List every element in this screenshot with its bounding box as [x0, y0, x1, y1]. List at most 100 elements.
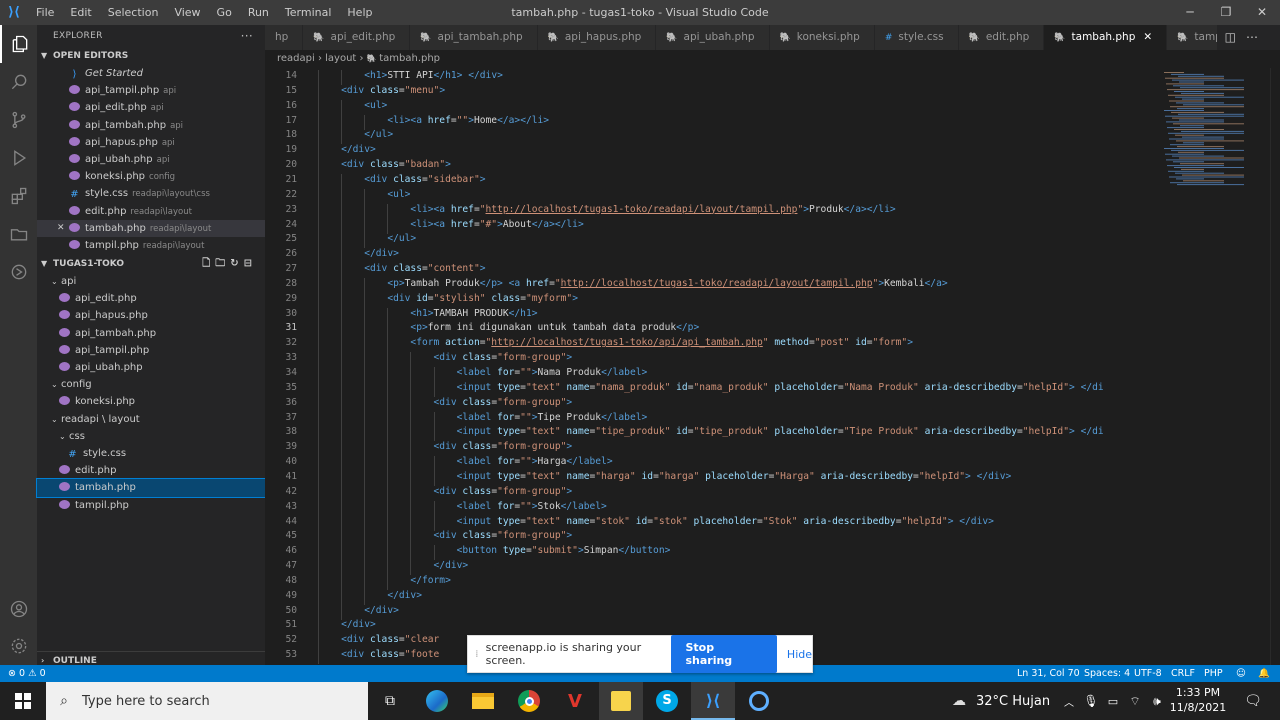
vscode-taskbar-icon[interactable]: ⟩⟨ [691, 682, 735, 720]
tab-tambah-php[interactable]: 🐘 tambah.php ✕ [1044, 25, 1168, 50]
code-line[interactable]: <div class="menu"> [318, 85, 445, 96]
file-item[interactable]: # style.css [37, 445, 265, 462]
tab-api_hapus-php[interactable]: 🐘 api_hapus.php [537, 25, 657, 50]
file-explorer-icon[interactable] [463, 682, 503, 720]
tab-api_edit-php[interactable]: 🐘 api_edit.php [303, 25, 411, 50]
folder-item[interactable]: ⌄ config [37, 376, 265, 393]
file-item[interactable]: api_hapus.php [37, 307, 265, 324]
open-editor-item[interactable]: api_ubah.php api [37, 151, 265, 168]
language-mode[interactable]: PHP [1204, 665, 1223, 682]
code-line[interactable]: <button type="submit">Simpan</button> [318, 545, 671, 556]
code-line[interactable]: </div> [318, 605, 399, 616]
tab-hp[interactable]: 🐘hp [265, 25, 304, 50]
folder-item[interactable]: ⌄ api [37, 273, 265, 290]
close-editor-icon[interactable]: ✕ [57, 220, 65, 237]
file-item[interactable]: api_tambah.php [37, 325, 265, 342]
app-icon[interactable] [739, 682, 779, 720]
breadcrumb-item[interactable]: layout [325, 53, 356, 64]
file-item[interactable]: koneksi.php [37, 393, 265, 410]
code-line[interactable]: <label for="">Harga</label> [318, 456, 613, 467]
source-control-icon[interactable] [0, 101, 37, 139]
open-editor-item[interactable]: koneksi.php config [37, 168, 265, 185]
breadcrumb-item[interactable]: readapi [277, 53, 315, 64]
cursor-position[interactable]: Ln 31, Col 70 [1017, 665, 1080, 682]
open-editor-item[interactable]: ✕ tambah.php readapi\layout [37, 219, 265, 237]
code-line[interactable]: </div> [318, 248, 399, 259]
code-line[interactable]: <input type="text" name="harga" id="harg… [318, 471, 1012, 482]
close-window-button[interactable]: ✕ [1244, 0, 1280, 25]
code-line[interactable]: <div class="clear [318, 634, 439, 645]
hide-button[interactable]: Hide [787, 648, 812, 661]
code-line[interactable]: <li><a href="">Home</a></li> [318, 115, 549, 126]
taskbar-search-box[interactable]: ⌕ Type here to search [46, 682, 368, 720]
code-line[interactable]: <p>Tambah Produk</p> <a href="http://loc… [318, 278, 947, 289]
code-line[interactable]: <h1>TAMBAH PRODUK</h1> [318, 308, 537, 319]
tab-api_ubah-php[interactable]: 🐘 api_ubah.php [656, 25, 770, 50]
menu-help[interactable]: Help [339, 6, 380, 19]
more-actions-icon[interactable]: ··· [241, 25, 253, 47]
minimap[interactable] [1160, 68, 1270, 188]
open-editors-section[interactable]: ▼ OPEN EDITORS [37, 47, 265, 65]
volume-icon[interactable]: 🕪 [1148, 682, 1166, 720]
code-line[interactable]: </ul> [318, 129, 393, 140]
search-icon[interactable] [0, 63, 37, 101]
folder-item[interactable]: ⌄ css [37, 428, 265, 445]
maximize-button[interactable]: ❐ [1208, 0, 1244, 25]
code-line[interactable]: <div class="content"> [318, 263, 485, 274]
vivaldi-icon[interactable]: V [555, 682, 595, 720]
code-line[interactable]: <li><a href="http://localhost/tugas1-tok… [318, 204, 895, 215]
tab-api_tambah-php[interactable]: 🐘 api_tambah.php [410, 25, 538, 50]
notifications-bell-icon[interactable]: 🔔 [1258, 665, 1270, 682]
code-line[interactable]: <form action="http://localhost/tugas1-to… [318, 337, 913, 348]
open-editor-item[interactable]: ⟩ Get Started [37, 65, 265, 82]
tab-close-icon[interactable]: ✕ [1143, 31, 1152, 43]
settings-gear-icon[interactable] [0, 627, 37, 665]
chevron-up-icon[interactable]: ︿ [1060, 682, 1078, 720]
code-line[interactable]: <div class="sidebar"> [318, 174, 485, 185]
edge-browser-icon[interactable] [417, 682, 457, 720]
code-line[interactable]: <li><a href="#">About</a></li> [318, 219, 583, 230]
skype-icon[interactable]: S [647, 682, 687, 720]
problems-indicator[interactable]: ⊗ 0 ⚠ 0 [8, 665, 46, 682]
code-line[interactable]: <div class="badan"> [318, 159, 451, 170]
remote-explorer-icon[interactable] [0, 253, 37, 291]
file-item[interactable]: api_tampil.php [37, 342, 265, 359]
chrome-icon[interactable] [509, 682, 549, 720]
editor-scrollbar[interactable] [1270, 68, 1280, 665]
battery-icon[interactable]: ▭ [1104, 682, 1122, 720]
code-line[interactable]: <input type="text" name="nama_produk" id… [318, 382, 1104, 393]
folder-item[interactable]: ⌄ readapi \ layout [37, 411, 265, 428]
project-manager-icon[interactable] [0, 215, 37, 253]
project-section[interactable]: ▼ TUGAS1-TOKO 🗋🗀↻⊟ [37, 255, 265, 273]
code-line[interactable]: <div class="form-group"> [318, 486, 573, 497]
file-item[interactable]: api_edit.php [37, 290, 265, 307]
explorer-toolbar[interactable]: 🗋🗀↻⊟ [202, 255, 257, 273]
code-line[interactable]: </form> [318, 575, 450, 586]
menu-terminal[interactable]: Terminal [277, 6, 340, 19]
network-icon[interactable]: ⌔ [1126, 682, 1144, 720]
tab-koneksi-php[interactable]: 🐘 koneksi.php [769, 25, 875, 50]
open-editor-item[interactable]: api_tampil.php api [37, 82, 265, 99]
menu-file[interactable]: File [28, 6, 62, 19]
file-item[interactable]: edit.php [37, 462, 265, 479]
feedback-icon[interactable]: ☺ [1236, 665, 1246, 682]
line-ending[interactable]: CRLF [1171, 665, 1195, 682]
menu-run[interactable]: Run [240, 6, 277, 19]
weather-text[interactable]: 32°C Hujan [976, 682, 1056, 720]
code-line[interactable]: </ul> [318, 233, 416, 244]
tab-style-css[interactable]: # style.css [874, 25, 959, 50]
microphone-icon[interactable]: 🎙 [1082, 682, 1100, 720]
open-editor-item[interactable]: api_tambah.php api [37, 117, 265, 134]
code-view[interactable]: 14 <h1>STTI API</h1> </div> 15 <div class… [265, 68, 1155, 665]
extensions-icon[interactable] [0, 177, 37, 215]
file-item[interactable]: tambah.php [36, 478, 266, 498]
menu-selection[interactable]: Selection [100, 6, 167, 19]
breadcrumb-item[interactable]: tambah.php [379, 53, 440, 64]
menu-go[interactable]: Go [209, 6, 240, 19]
code-line[interactable]: <p>form ini digunakan untuk tambah data … [318, 322, 699, 333]
editor-actions[interactable]: ◫⋯ [1216, 25, 1268, 50]
minimize-button[interactable]: ─ [1172, 0, 1208, 25]
menu-view[interactable]: View [166, 6, 208, 19]
code-line[interactable]: </div> [318, 590, 422, 601]
open-editor-item[interactable]: api_edit.php api [37, 99, 265, 116]
